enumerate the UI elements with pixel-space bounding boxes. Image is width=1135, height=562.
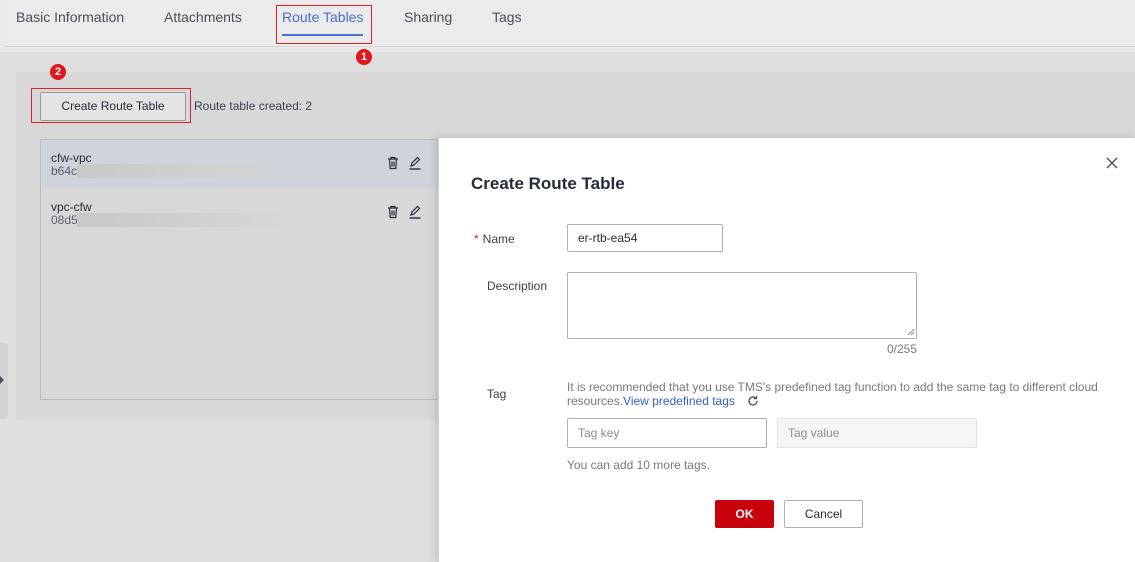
sidebar-collapse-handle[interactable]	[0, 343, 8, 419]
dialog-title: Create Route Table	[471, 174, 625, 193]
name-input[interactable]	[567, 224, 723, 252]
resize-grip-icon[interactable]	[907, 328, 915, 336]
close-icon[interactable]	[1105, 156, 1119, 170]
tag-hint: It is recommended that you use TMS's pre…	[567, 380, 1107, 408]
tag-value-input[interactable]	[777, 418, 977, 448]
annotation-step-1: 1	[356, 49, 372, 65]
annotation-box-route-tables	[276, 5, 372, 44]
description-label: Description	[487, 279, 548, 293]
required-mark: *	[474, 232, 479, 246]
pencil-icon[interactable]	[408, 156, 422, 170]
tag-label: Tag	[487, 387, 507, 401]
chevron-right-icon	[0, 376, 4, 384]
cancel-button[interactable]: Cancel	[784, 500, 863, 528]
annotation-step-2: 2	[50, 64, 66, 80]
tab-sharing[interactable]: Sharing	[404, 9, 452, 25]
tab-bar: Basic Information Attachments Route Tabl…	[0, 0, 1135, 52]
remaining-tags-text: You can add 10 more tags.	[567, 458, 710, 472]
view-predefined-tags-link[interactable]: View predefined tags	[623, 394, 735, 408]
trash-icon[interactable]	[386, 156, 400, 170]
route-table-item-vpc-cfw[interactable]: vpc-cfw 08d5	[41, 189, 439, 237]
route-table-count: Route table created: 2	[194, 99, 313, 113]
create-route-table-button[interactable]: Create Route Table	[40, 92, 186, 121]
redacted-id	[77, 213, 287, 227]
create-route-table-dialog: Create Route Table *Name Description 0/2…	[438, 138, 1135, 562]
ok-button[interactable]: OK	[715, 500, 774, 528]
route-table-item-cfw-vpc[interactable]: cfw-vpc b64c	[41, 140, 439, 188]
route-table-name: cfw-vpc	[51, 151, 92, 165]
trash-icon[interactable]	[386, 205, 400, 219]
description-textarea[interactable]	[567, 272, 917, 339]
name-label: * Name	[474, 232, 515, 246]
tab-basic-information[interactable]: Basic Information	[16, 9, 124, 25]
route-table-id: b64c	[51, 164, 78, 178]
description-counter: 0/255	[887, 342, 918, 356]
route-table-name: vpc-cfw	[51, 200, 92, 214]
tab-attachments[interactable]: Attachments	[164, 9, 242, 25]
redacted-id	[77, 164, 287, 178]
route-table-list: cfw-vpc b64c vpc-cfw 08d5	[40, 139, 460, 400]
route-table-id: 08d5	[51, 213, 78, 227]
tag-key-input[interactable]	[567, 418, 767, 448]
pencil-icon[interactable]	[408, 205, 422, 219]
refresh-icon[interactable]	[747, 395, 759, 407]
tab-tags[interactable]: Tags	[492, 9, 522, 25]
route-tables-page: Basic Information Attachments Route Tabl…	[0, 0, 1135, 562]
